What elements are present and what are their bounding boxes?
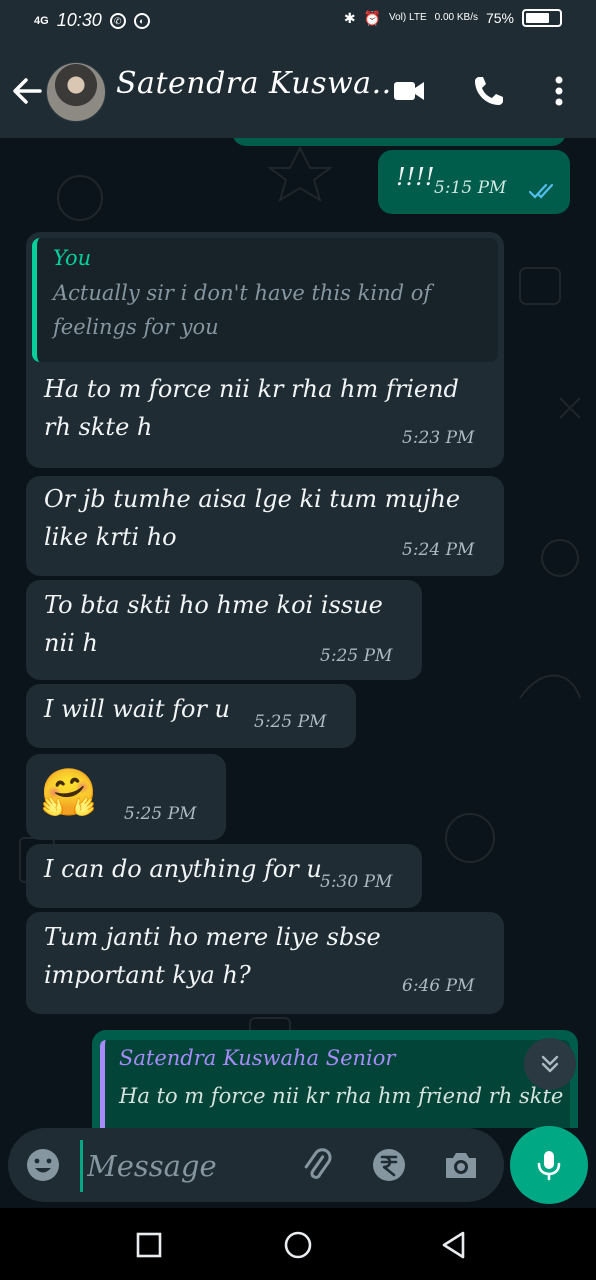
rupee-payment-icon[interactable] (370, 1146, 408, 1184)
chat-area[interactable]: !!!! 5:15 PM You Actually sir i don't ha… (0, 138, 596, 1128)
message-composer (8, 1128, 504, 1202)
recent-apps-button[interactable] (132, 1228, 166, 1262)
message-bubble-outgoing-reply[interactable]: Satendra Kuswaha Senior Ha to m force ni… (92, 1030, 578, 1128)
network-indicator: 4G (34, 14, 49, 27)
bluetooth-icon: ✱ (343, 9, 356, 26)
quoted-text: Ha to m force nii kr rha hm friend rh sk… (119, 1084, 564, 1108)
hugging-face-emoji: 🤗 (40, 765, 98, 819)
status-time: 10:30 (56, 10, 102, 30)
message-time: 5:23 PM (402, 428, 475, 448)
voice-message-button[interactable] (510, 1126, 588, 1204)
battery-percent: 75% (485, 10, 514, 26)
status-bar: 4G 10:30 ✆ ◐ ✱ ⏰ Vol) LTE 0.00 KB/s 75% (0, 0, 596, 42)
message-time: 5:24 PM (402, 540, 475, 560)
video-call-icon[interactable] (390, 72, 428, 110)
camera-icon[interactable] (442, 1146, 480, 1184)
volte-indicator: Vol) LTE (389, 12, 427, 23)
message-input[interactable] (80, 1140, 279, 1192)
quoted-message[interactable]: You Actually sir i don't have this kind … (32, 238, 498, 362)
message-text: I can do anything for u (44, 855, 322, 883)
message-bubble-outgoing[interactable]: !!!! 5:15 PM (378, 150, 570, 214)
back-button[interactable] (436, 1228, 470, 1262)
network-speed: 0.00 KB/s (434, 12, 478, 23)
system-navigation-bar (0, 1208, 596, 1280)
quoted-text: Actually sir i don't have this kind of f… (53, 281, 432, 339)
contact-name[interactable]: Satendra Kuswa... (116, 66, 402, 101)
double-chevron-down-icon (541, 1055, 559, 1073)
message-bubble-incoming[interactable]: I will wait for u 5:25 PM (26, 684, 356, 748)
message-bubble-outgoing-partial[interactable] (232, 138, 566, 146)
mic-icon (537, 1151, 561, 1181)
message-text: I will wait for u (44, 695, 230, 723)
quoted-sender: You (53, 246, 92, 270)
message-bubble-incoming[interactable]: You Actually sir i don't have this kind … (26, 232, 504, 468)
attach-icon[interactable] (298, 1146, 336, 1184)
home-button[interactable] (281, 1228, 315, 1262)
message-time: 5:25 PM (320, 646, 393, 666)
quoted-message[interactable]: Satendra Kuswaha Senior Ha to m force ni… (100, 1040, 570, 1128)
alarm-icon: ⏰ (363, 9, 381, 26)
back-arrow-icon[interactable] (10, 74, 44, 108)
more-vert-icon[interactable] (540, 72, 578, 110)
battery-icon (522, 9, 562, 27)
chat-header: Satendra Kuswa... (0, 42, 596, 138)
quoted-sender: Satendra Kuswaha Senior (119, 1046, 396, 1070)
message-time: 5:30 PM (320, 872, 393, 892)
message-time: 5:25 PM (254, 712, 327, 732)
scroll-to-bottom-button[interactable] (524, 1038, 576, 1090)
message-bubble-incoming[interactable]: Or jb tumhe aisa lge ki tum mujhe like k… (26, 476, 504, 576)
message-bubble-incoming[interactable]: 🤗 5:25 PM (26, 754, 226, 840)
message-time: 5:15 PM (434, 178, 507, 198)
message-bubble-incoming[interactable]: Tum janti ho mere liye sbse important ky… (26, 912, 504, 1014)
emoji-icon[interactable] (24, 1146, 62, 1184)
notification-icon: ◐ (133, 12, 150, 29)
message-time: 5:25 PM (124, 804, 197, 824)
message-bubble-incoming[interactable]: To bta skti ho hme koi issue nii h 5:25 … (26, 580, 422, 680)
avatar[interactable] (46, 62, 106, 122)
message-bubble-incoming[interactable]: I can do anything for u 5:30 PM (26, 844, 422, 908)
message-text: !!!! (396, 163, 435, 191)
message-time: 6:46 PM (402, 976, 475, 996)
voice-call-icon[interactable] (470, 72, 508, 110)
read-receipt-icon (528, 183, 554, 199)
whatsapp-notification-icon: ✆ (109, 12, 126, 29)
battery-fill (526, 13, 549, 23)
